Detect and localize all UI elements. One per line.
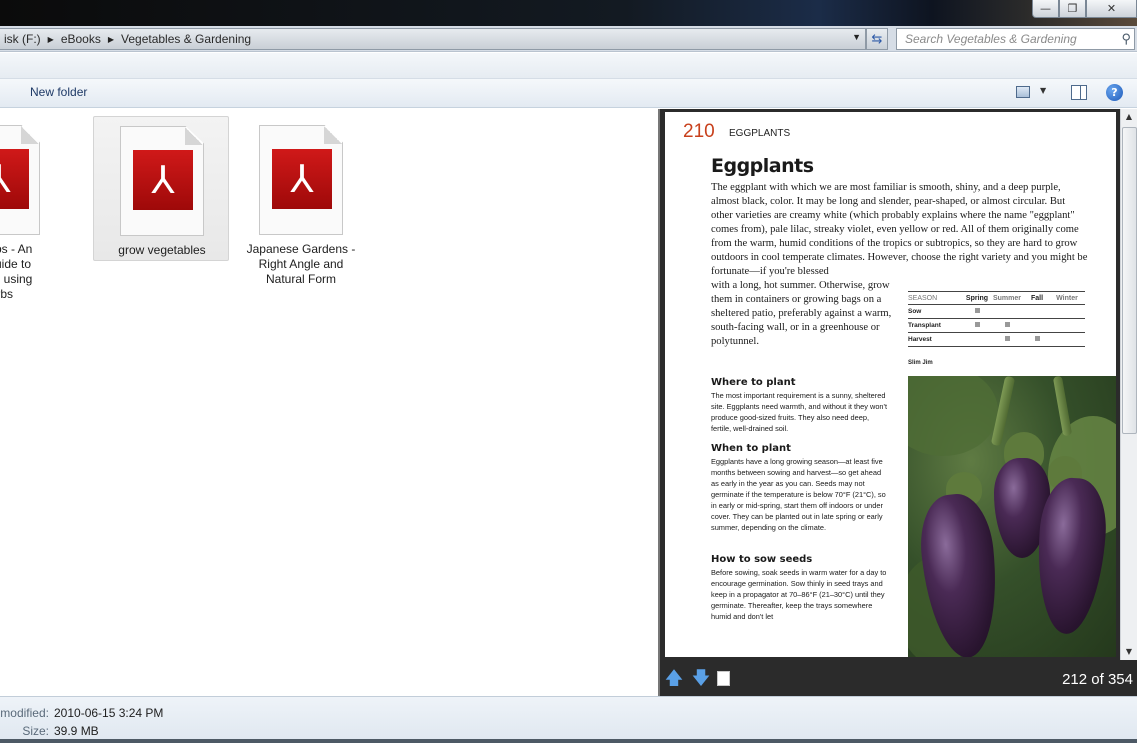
article-intro: The eggplant with which we are most fami… bbox=[711, 182, 1088, 277]
section-heading-where: Where to plant bbox=[711, 377, 796, 388]
previous-page-button[interactable]: 🡅 bbox=[664, 669, 684, 689]
season-header: SEASON bbox=[908, 294, 938, 302]
pdf-file-icon: ⅄ bbox=[120, 126, 204, 236]
close-button[interactable]: ✕ bbox=[1086, 0, 1137, 18]
eggplant-photo bbox=[908, 376, 1116, 657]
season-table-header: SEASON Spring Summer Fall Winter bbox=[908, 291, 1085, 305]
search-input[interactable]: Search Vegetables & Gardening ⚲ bbox=[896, 28, 1135, 50]
season-row-sow: Sow bbox=[908, 305, 1085, 319]
section-heading-sow: How to sow seeds bbox=[711, 554, 813, 565]
season-row-label: Harvest bbox=[908, 336, 932, 343]
season-row-label: Sow bbox=[908, 308, 922, 315]
refresh-icon: ⇆ bbox=[871, 31, 883, 47]
preview-navigation: 🡅 🡇 212 of 354 bbox=[660, 662, 1137, 696]
pdf-page-preview: 210 EGGPLANTS Eggplants The eggplant wit… bbox=[665, 112, 1116, 657]
new-folder-button[interactable]: New folder bbox=[30, 85, 87, 99]
pdf-file-icon: ⅄ bbox=[259, 125, 343, 235]
season-mark bbox=[1022, 336, 1052, 343]
article-title: Eggplants bbox=[711, 155, 814, 177]
next-page-button[interactable]: 🡇 bbox=[691, 669, 711, 689]
file-label: Japanese Gardens - Right Angle and Natur… bbox=[246, 242, 356, 286]
file-item-grow-vegetables[interactable]: ⅄ grow vegetables bbox=[93, 116, 229, 261]
season-mark bbox=[992, 322, 1022, 329]
search-icon[interactable]: ⚲ bbox=[1121, 31, 1131, 47]
page-header: EGGPLANTS bbox=[729, 128, 791, 139]
command-toolbar: New folder ▼ ? bbox=[0, 79, 1137, 108]
season-mark bbox=[962, 322, 992, 329]
address-row: isk (F:) ▶ eBooks ▶ Vegetables & Gardeni… bbox=[0, 26, 1137, 52]
season-mark bbox=[992, 336, 1022, 343]
help-icon[interactable]: ? bbox=[1106, 84, 1123, 101]
season-col-winter: Winter bbox=[1056, 294, 1078, 302]
scroll-up-icon[interactable]: ▲ bbox=[1121, 109, 1137, 125]
pdf-file-icon: ⅄ bbox=[0, 125, 40, 235]
season-row-label: Transplant bbox=[908, 322, 941, 329]
menu-strip bbox=[0, 53, 1137, 79]
breadcrumb-vegetables-gardening[interactable]: Vegetables & Gardening bbox=[117, 32, 255, 46]
size-value: 39.9 MB bbox=[54, 724, 99, 738]
preview-pane-toggle-icon[interactable] bbox=[1071, 85, 1087, 100]
view-options-dropdown-icon[interactable]: ▼ bbox=[1040, 86, 1046, 95]
season-mark bbox=[962, 308, 992, 315]
details-pane: modified: 2010-06-15 3:24 PM Size: 39.9 … bbox=[0, 696, 1137, 743]
scrollbar-thumb[interactable] bbox=[1122, 127, 1137, 434]
address-bar[interactable]: isk (F:) ▶ eBooks ▶ Vegetables & Gardeni… bbox=[0, 28, 866, 50]
minimize-button[interactable]: — bbox=[1032, 0, 1059, 18]
section-text-sow: Before sowing, soak seeds in warm water … bbox=[711, 568, 887, 621]
breadcrumb-ebooks[interactable]: eBooks bbox=[57, 32, 105, 46]
breadcrumb-separator-icon[interactable]: ▶ bbox=[105, 35, 117, 44]
season-col-fall: Fall bbox=[1030, 294, 1044, 302]
date-modified-value: 2010-06-15 3:24 PM bbox=[54, 706, 164, 720]
season-table: SEASON Spring Summer Fall Winter Sow Tra… bbox=[908, 291, 1085, 347]
article-intro-continued: with a long, hot summer. Otherwise, grow… bbox=[711, 280, 892, 347]
season-col-spring: Spring bbox=[965, 294, 989, 302]
date-modified-label: modified: bbox=[0, 706, 49, 720]
file-label: grow vegetables bbox=[118, 243, 206, 257]
search-placeholder: Search Vegetables & Gardening bbox=[905, 32, 1077, 46]
file-item-herbs[interactable]: ⅄ w Herbs - An ring guide to ng and usin… bbox=[0, 116, 66, 301]
file-list: ⅄ w Herbs - An ring guide to ng and usin… bbox=[0, 109, 658, 696]
window-title-bar: — ❐ ✕ bbox=[0, 0, 1137, 26]
page-number: 210 bbox=[683, 121, 715, 142]
section-text-where: The most important requirement is a sunn… bbox=[711, 391, 888, 433]
breadcrumb-separator-icon[interactable]: ▶ bbox=[45, 35, 57, 44]
photo-caption: Slim Jim bbox=[908, 360, 933, 366]
file-item-japanese-gardens[interactable]: ⅄ Japanese Gardens - Right Angle and Nat… bbox=[233, 116, 369, 286]
season-col-summer: Summer bbox=[992, 294, 1021, 302]
breadcrumb-drive[interactable]: isk (F:) bbox=[0, 32, 45, 46]
refresh-button[interactable]: ⇆ bbox=[866, 28, 888, 50]
page-view-icon[interactable] bbox=[717, 671, 730, 686]
file-label: w Herbs - An ring guide to ng and using … bbox=[0, 242, 33, 301]
season-row-transplant: Transplant bbox=[908, 319, 1085, 333]
season-row-harvest: Harvest bbox=[908, 333, 1085, 347]
taskbar-edge bbox=[0, 739, 1137, 743]
scroll-down-icon[interactable]: ▼ bbox=[1121, 644, 1137, 660]
change-view-icon[interactable] bbox=[1016, 86, 1030, 98]
section-text-when: Eggplants have a long growing season—at … bbox=[711, 457, 886, 532]
address-dropdown-icon[interactable]: ▼ bbox=[852, 32, 861, 42]
section-heading-when: When to plant bbox=[711, 443, 791, 454]
size-label: Size: bbox=[22, 724, 49, 738]
page-count: 212 of 354 bbox=[1062, 671, 1133, 688]
preview-pane: 210 EGGPLANTS Eggplants The eggplant wit… bbox=[658, 109, 1137, 696]
maximize-button[interactable]: ❐ bbox=[1059, 0, 1086, 18]
preview-scrollbar[interactable]: ▲ ▼ bbox=[1120, 109, 1137, 660]
